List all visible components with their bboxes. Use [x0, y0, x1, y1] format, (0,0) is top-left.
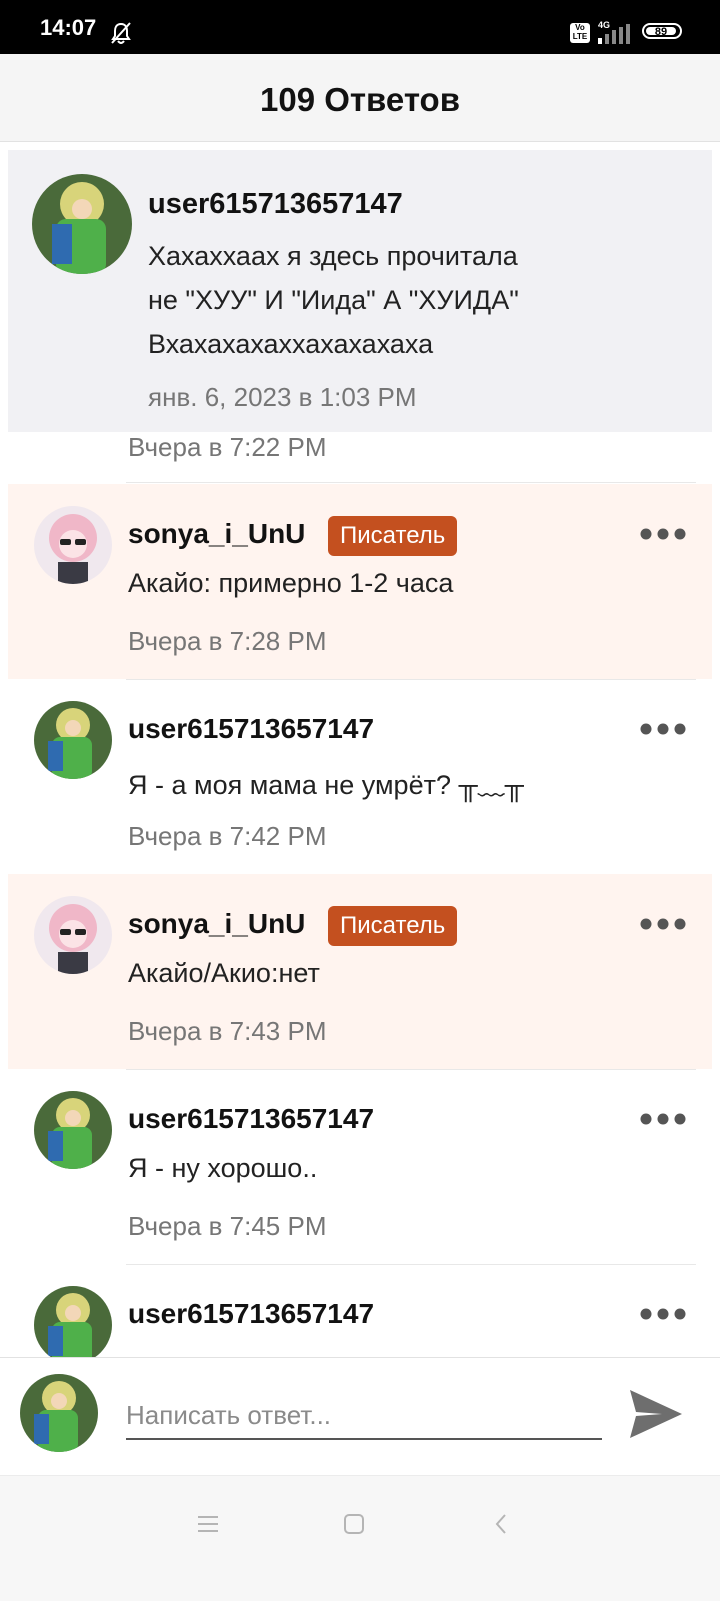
avatar-image [34, 1091, 112, 1169]
reply-item: sonya_i_UnU Писатель Акайо/Акио:нет Вчер… [8, 874, 712, 1069]
reply-input[interactable] [126, 1392, 602, 1440]
previous-reply-time: Вчера в 7:22 PM [128, 432, 327, 462]
home-square-icon[interactable] [342, 1512, 366, 1536]
avatar-image [34, 1286, 112, 1357]
system-nav-bar [0, 1475, 720, 1601]
avatar[interactable] [32, 174, 132, 274]
bell-off-icon [111, 22, 131, 44]
volte-label: Vo LTE [572, 23, 588, 41]
comment-list[interactable]: user615713657147 Хахаххаах я здесь прочи… [0, 142, 720, 1357]
avatar[interactable] [34, 506, 112, 584]
comment-text: Акайо/Акио:нет [128, 958, 320, 988]
reply-item: sonya_i_UnU Писатель Акайо: примерно 1-2… [8, 484, 712, 679]
writer-badge: Писатель [328, 906, 458, 946]
status-bar: 14:07 Vo LTE 4G 89 [0, 0, 720, 54]
comment-username[interactable]: sonya_i_UnU [128, 518, 305, 550]
reply-item: user615713657147 Я - ну хорошо.. Вчера в… [8, 1069, 712, 1264]
comment-username[interactable]: user615713657147 [128, 1298, 374, 1330]
comment-time: Вчера в 7:43 PM [128, 1016, 327, 1046]
comment-username[interactable]: user615713657147 [128, 713, 374, 745]
more-options-icon[interactable] [640, 918, 686, 930]
volte-icon: Vo LTE [570, 23, 590, 43]
comment-text: Акайо: примерно 1-2 часа [128, 568, 454, 598]
more-options-icon[interactable] [640, 1308, 686, 1320]
divider [126, 482, 696, 483]
avatar[interactable] [34, 1286, 112, 1357]
back-icon[interactable] [490, 1512, 514, 1536]
comment-text: Я - а моя мама не умрёт? ╥﹏╥ [128, 770, 524, 800]
comment-time: Вчера в 7:45 PM [128, 1211, 327, 1241]
header: 109 Ответов [0, 54, 720, 142]
more-options-icon[interactable] [640, 1113, 686, 1125]
more-options-icon[interactable] [640, 528, 686, 540]
send-icon[interactable] [628, 1386, 684, 1442]
reply-item: user615713657147 Я - а моя мама не умрёт… [8, 679, 712, 874]
comment-time: Вчера в 7:28 PM [128, 626, 327, 656]
comment-text: Хахаххаах я здесь прочитала не "ХУУ" И "… [148, 234, 668, 366]
battery-level: 89 [646, 27, 676, 38]
more-options-icon[interactable] [640, 723, 686, 735]
signal-icon [598, 24, 630, 44]
comment-time: Вчера в 7:42 PM [128, 821, 327, 851]
parent-comment: user615713657147 Хахаххаах я здесь прочи… [8, 150, 712, 432]
avatar-image [32, 174, 132, 274]
avatar[interactable] [34, 896, 112, 974]
comment-time: янв. 6, 2023 в 1:03 PM [148, 382, 417, 412]
comment-username[interactable]: sonya_i_UnU [128, 908, 305, 940]
writer-badge: Писатель [328, 516, 458, 556]
comment-username[interactable]: user615713657147 [148, 188, 403, 221]
avatar-image [34, 896, 112, 974]
page-title: 109 Ответов [260, 81, 460, 118]
avatar-image [20, 1374, 98, 1452]
comment-text: Я - ну хорошо.. [128, 1153, 318, 1183]
comment-text-line: Хахаххаах я здесь прочитала [148, 241, 518, 271]
comment-username[interactable]: user615713657147 [128, 1103, 374, 1135]
avatar [20, 1374, 98, 1452]
comment-text-line: Вхахахахаххахахахаха [148, 329, 434, 359]
avatar[interactable] [34, 701, 112, 779]
avatar-image [34, 701, 112, 779]
menu-icon[interactable] [196, 1512, 220, 1536]
status-time: 14:07 [40, 15, 97, 40]
avatar[interactable] [34, 1091, 112, 1169]
battery-icon: 89 [642, 23, 682, 39]
reply-item: user615713657147 [8, 1264, 712, 1357]
comment-text-line: не "ХУУ" И "Иида" А "ХУИДА" [148, 285, 519, 315]
reply-bar [0, 1357, 720, 1476]
avatar-image [34, 506, 112, 584]
